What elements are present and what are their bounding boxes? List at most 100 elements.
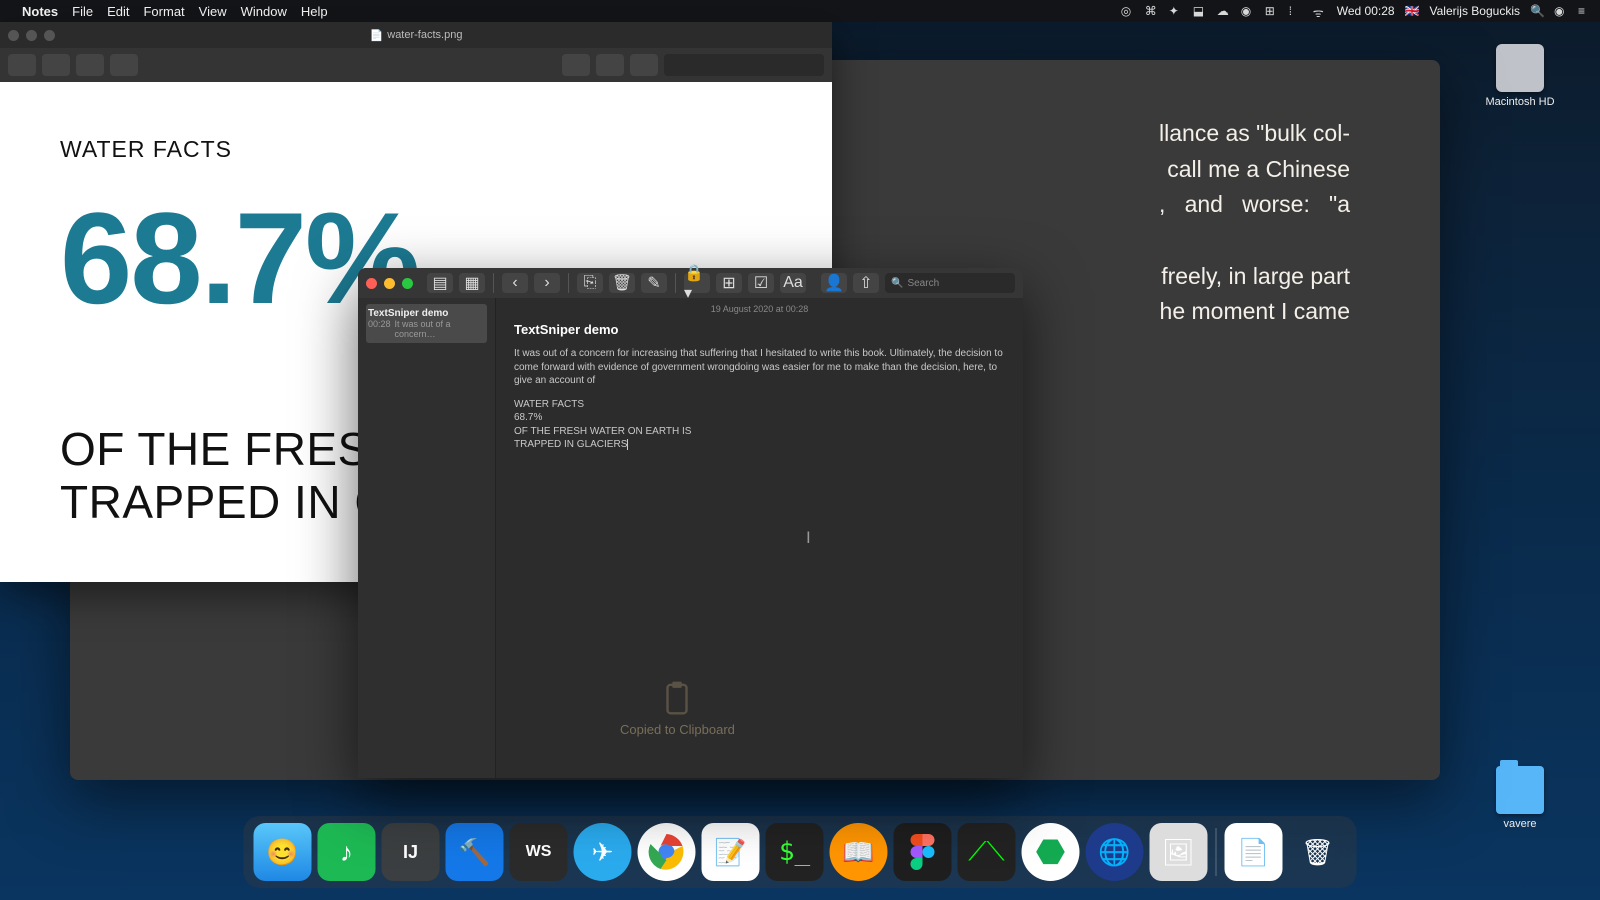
- note-list-item[interactable]: TextSniper demo 00:28 It was out of a co…: [366, 304, 487, 343]
- slide-title: WATER FACTS: [60, 136, 772, 163]
- close-button[interactable]: [8, 30, 19, 41]
- dropbox-icon[interactable]: ⬓: [1193, 4, 1207, 18]
- spotlight-icon[interactable]: 🔍: [1530, 4, 1544, 18]
- text-caret: [627, 439, 628, 450]
- desktop-icon-hd[interactable]: Macintosh HD: [1480, 44, 1560, 108]
- dock-app-xcode[interactable]: 🔨: [446, 823, 504, 881]
- menubar-clock[interactable]: Wed 00:28: [1337, 4, 1395, 18]
- checklist-button[interactable]: ☑: [748, 273, 774, 293]
- lock-button[interactable]: 🔒▾: [684, 273, 710, 293]
- app-menu[interactable]: Notes: [22, 4, 58, 19]
- view-list-button[interactable]: ▤: [427, 273, 453, 293]
- input-source-flag[interactable]: 🇬🇧: [1405, 4, 1420, 18]
- table-button[interactable]: ⊞: [716, 273, 742, 293]
- dock-app-terminal[interactable]: $_: [766, 823, 824, 881]
- markup-button[interactable]: [630, 54, 658, 76]
- dock-app-document[interactable]: 📄: [1225, 823, 1283, 881]
- toolbar-divider: [568, 273, 569, 293]
- window-controls: [8, 30, 55, 41]
- desktop-icon-folder[interactable]: vavere: [1480, 766, 1560, 830]
- dock-app-telegram[interactable]: ✈: [574, 823, 632, 881]
- dock-app-intellij[interactable]: IJ: [382, 823, 440, 881]
- menuextra-icon[interactable]: ⌘: [1145, 4, 1159, 18]
- close-button[interactable]: [366, 278, 377, 289]
- siri-icon[interactable]: ◉: [1554, 4, 1568, 18]
- format-button[interactable]: Aa: [780, 273, 806, 293]
- notes-toolbar: ▤ ▦ ‹ › ⎘ 🗑 ✎ 🔒▾ ⊞ ☑ Aa 👤 ⇧ 🔍 Search: [358, 268, 1023, 298]
- preview-toolbar: [0, 48, 832, 82]
- clipboard-icon: [658, 680, 696, 718]
- zoom-button[interactable]: [44, 30, 55, 41]
- notification-label: Copied to Clipboard: [620, 722, 735, 737]
- share-button[interactable]: [110, 54, 138, 76]
- dock-app-webstorm[interactable]: WS: [510, 823, 568, 881]
- attach-button[interactable]: ⎘: [577, 273, 603, 293]
- new-note-button[interactable]: ✎: [641, 273, 667, 293]
- dock-app-preview[interactable]: 🖼: [1150, 823, 1208, 881]
- search-icon: 🔍: [891, 278, 903, 289]
- toolbar-divider: [675, 273, 676, 293]
- menu-help[interactable]: Help: [301, 4, 328, 19]
- delete-button[interactable]: 🗑: [609, 273, 635, 293]
- note-paragraph: It was out of a concern for increasing t…: [514, 347, 1005, 388]
- disk-icon: [1496, 44, 1544, 92]
- cloud-icon[interactable]: ☁: [1217, 4, 1231, 18]
- dock-app-notes[interactable]: 📝: [702, 823, 760, 881]
- notes-list[interactable]: TextSniper demo 00:28 It was out of a co…: [358, 298, 496, 778]
- menuextra-icon[interactable]: ⁞: [1289, 4, 1303, 18]
- dock-app-activity[interactable]: ⟋⟍: [958, 823, 1016, 881]
- dock-app-mongodb[interactable]: ⬣: [1022, 823, 1080, 881]
- zoom-out-button[interactable]: [42, 54, 70, 76]
- dock-divider: [1216, 828, 1217, 876]
- desktop-icon-label: vavere: [1480, 818, 1560, 830]
- dock-app-books[interactable]: 📖: [830, 823, 888, 881]
- menuextra-icon[interactable]: ◎: [1121, 4, 1135, 18]
- sidebar-toggle-button[interactable]: [8, 54, 36, 76]
- view-grid-button[interactable]: ▦: [459, 273, 485, 293]
- menuextra-icon[interactable]: ◉: [1241, 4, 1255, 18]
- zoom-in-button[interactable]: [76, 54, 104, 76]
- menu-edit[interactable]: Edit: [107, 4, 129, 19]
- preview-filename: water-facts.png: [387, 29, 462, 41]
- ibeam-cursor-icon: Ⅰ: [806, 528, 811, 548]
- back-button[interactable]: ‹: [502, 273, 528, 293]
- dock-app-browser[interactable]: 🌐: [1086, 823, 1144, 881]
- folder-icon: [1496, 766, 1544, 814]
- note-date: 19 August 2020 at 00:28: [514, 304, 1005, 314]
- note-editor[interactable]: 19 August 2020 at 00:28 TextSniper demo …: [496, 298, 1023, 778]
- forward-button[interactable]: ›: [534, 273, 560, 293]
- note-title: TextSniper demo: [514, 322, 1005, 337]
- minimize-button[interactable]: [384, 278, 395, 289]
- menuextra-icon[interactable]: ✦: [1169, 4, 1183, 18]
- notification-center-icon[interactable]: ≡: [1578, 4, 1592, 18]
- preview-search-field[interactable]: [664, 54, 824, 76]
- wifi-icon[interactable]: ᯤ: [1313, 4, 1327, 18]
- dock-trash[interactable]: 🗑: [1289, 823, 1347, 881]
- notes-search-field[interactable]: 🔍 Search: [885, 273, 1015, 293]
- menu-window[interactable]: Window: [241, 4, 287, 19]
- dock-app-figma[interactable]: [894, 823, 952, 881]
- note-item-preview: It was out of a concern…: [395, 319, 485, 339]
- dock-app-finder[interactable]: 😊: [254, 823, 312, 881]
- menuextra-icon[interactable]: ⊞: [1265, 4, 1279, 18]
- note-item-time: 00:28: [368, 319, 391, 339]
- desktop-icon-label: Macintosh HD: [1480, 96, 1560, 108]
- highlight-button[interactable]: [562, 54, 590, 76]
- note-item-title: TextSniper demo: [368, 308, 485, 319]
- minimize-button[interactable]: [26, 30, 37, 41]
- menubar-user[interactable]: Valerijs Boguckis: [1430, 4, 1520, 18]
- dock: 😊 ♪ IJ 🔨 WS ✈ 📝 $_ 📖 ⟋⟍ ⬣ 🌐 🖼 📄 🗑: [244, 816, 1357, 888]
- dock-app-chrome[interactable]: [638, 823, 696, 881]
- rotate-button[interactable]: [596, 54, 624, 76]
- dock-app-spotify[interactable]: ♪: [318, 823, 376, 881]
- menu-file[interactable]: File: [72, 4, 93, 19]
- share-button[interactable]: ⇧: [853, 273, 879, 293]
- menu-view[interactable]: View: [199, 4, 227, 19]
- zoom-button[interactable]: [402, 278, 413, 289]
- clipboard-notification: Copied to Clipboard: [620, 680, 735, 737]
- collaborate-button[interactable]: 👤: [821, 273, 847, 293]
- menu-bar: Notes File Edit Format View Window Help …: [0, 0, 1600, 22]
- document-icon: 📄: [370, 29, 384, 42]
- preview-titlebar[interactable]: 📄 water-facts.png: [0, 22, 832, 48]
- menu-format[interactable]: Format: [143, 4, 184, 19]
